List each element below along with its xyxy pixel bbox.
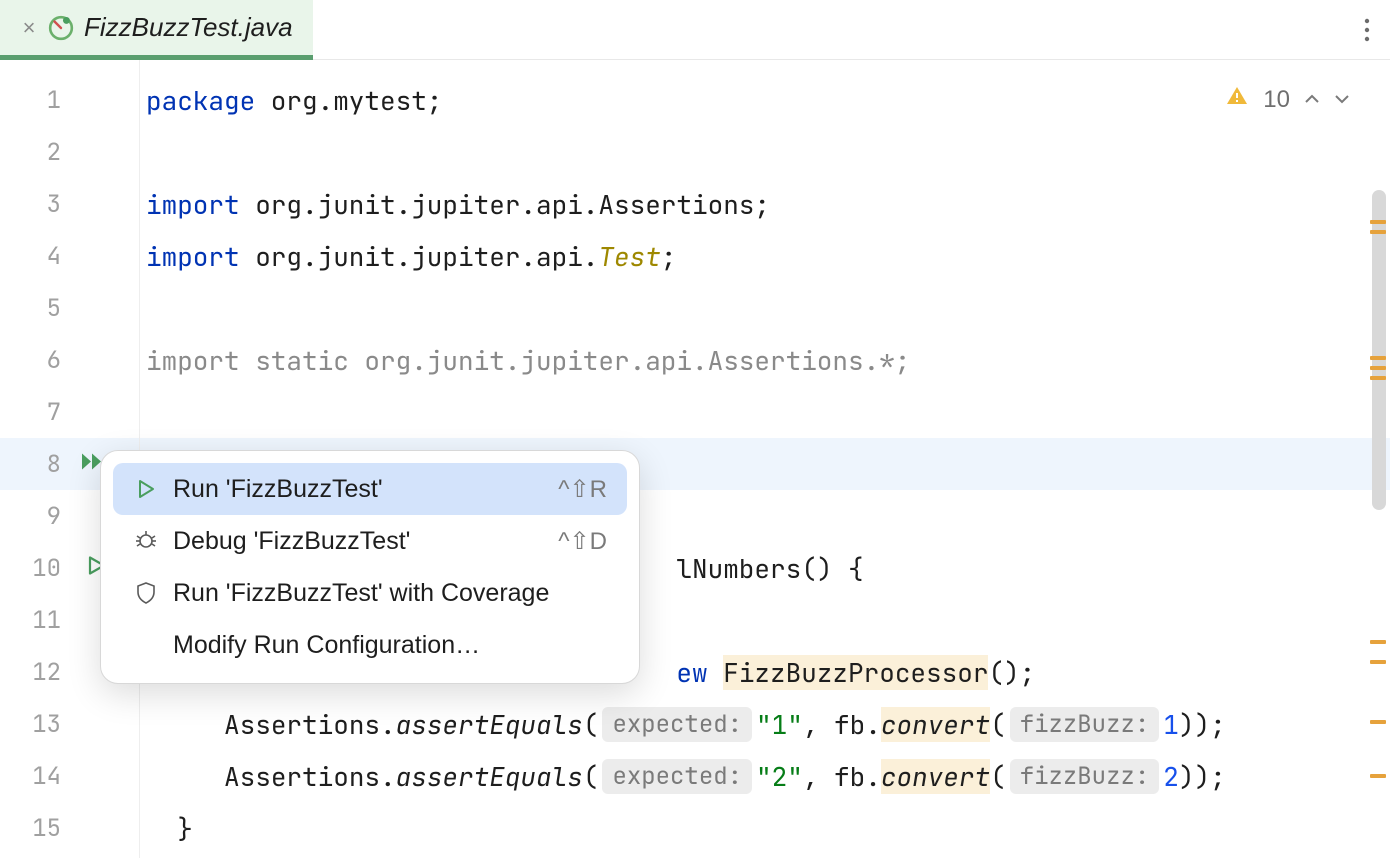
gutter-line[interactable]: 1 [0,74,139,126]
run-context-menu: Run 'FizzBuzzTest' ^⇧R Debug 'FizzBuzzTe… [100,450,640,684]
warning-marker[interactable] [1370,720,1386,724]
code-line[interactable] [140,282,1390,334]
parameter-hint: expected: [602,707,752,742]
gutter-line[interactable]: 7 [0,386,139,438]
marker-stripe[interactable] [1366,60,1390,858]
gutter-line[interactable]: 2 [0,126,139,178]
run-icon [133,476,159,502]
menu-item-modify-config[interactable]: Modify Run Configuration… [113,619,627,671]
inspection-widget[interactable]: 10 [1225,84,1350,115]
parameter-hint: fizzBuzz: [1010,707,1160,742]
warning-icon [1225,84,1249,115]
code-line[interactable]: package org.mytest; [140,74,1390,126]
gutter-line[interactable]: 4 [0,230,139,282]
gutter-line[interactable]: 15 [0,802,139,854]
warning-marker[interactable] [1370,640,1386,644]
code-line[interactable]: } [140,802,1390,854]
chevron-up-icon[interactable] [1304,88,1320,111]
gutter-line[interactable]: 13 [0,698,139,750]
menu-item-run-coverage[interactable]: Run 'FizzBuzzTest' with Coverage [113,567,627,619]
gutter-line[interactable]: 5 [0,282,139,334]
code-line[interactable]: Assertions.assertEquals(expected:"1", fb… [140,698,1390,750]
parameter-hint: fizzBuzz: [1010,759,1160,794]
warning-marker[interactable] [1370,220,1386,224]
warning-marker[interactable] [1370,660,1386,664]
menu-item-run[interactable]: Run 'FizzBuzzTest' ^⇧R [113,463,627,515]
scrollbar-thumb[interactable] [1372,190,1386,510]
menu-item-debug[interactable]: Debug 'FizzBuzzTest' ^⇧D [113,515,627,567]
tab-overflow-menu-icon[interactable] [1344,0,1390,59]
parameter-hint: expected: [602,759,752,794]
tab-filename: FizzBuzzTest.java [84,12,293,43]
code-line[interactable]: import static org.junit.jupiter.api.Asse… [140,334,1390,386]
warning-count: 10 [1263,86,1290,114]
warning-marker[interactable] [1370,774,1386,778]
shortcut-label: ^⇧R [558,475,607,504]
gutter-line[interactable]: 6 [0,334,139,386]
close-tab-icon[interactable]: × [20,15,38,41]
gutter-line[interactable]: 14 [0,750,139,802]
warning-marker[interactable] [1370,230,1386,234]
code-line[interactable] [140,126,1390,178]
code-line[interactable] [140,386,1390,438]
code-line[interactable]: import org.junit.jupiter.api.Assertions; [140,178,1390,230]
warning-marker[interactable] [1370,366,1386,370]
shortcut-label: ^⇧D [558,527,607,556]
chevron-down-icon[interactable] [1334,88,1350,111]
code-line[interactable]: import org.junit.jupiter.api.Test; [140,230,1390,282]
warning-marker[interactable] [1370,356,1386,360]
debug-icon [133,528,159,554]
editor-tab-fizzbuzztest[interactable]: × FizzBuzzTest.java [0,0,313,60]
java-test-file-icon [48,15,74,41]
tab-bar: × FizzBuzzTest.java [0,0,1390,60]
code-line[interactable]: Assertions.assertEquals(expected:"2", fb… [140,750,1390,802]
gutter-line[interactable]: 3 [0,178,139,230]
coverage-icon [133,580,159,606]
warning-marker[interactable] [1370,376,1386,380]
